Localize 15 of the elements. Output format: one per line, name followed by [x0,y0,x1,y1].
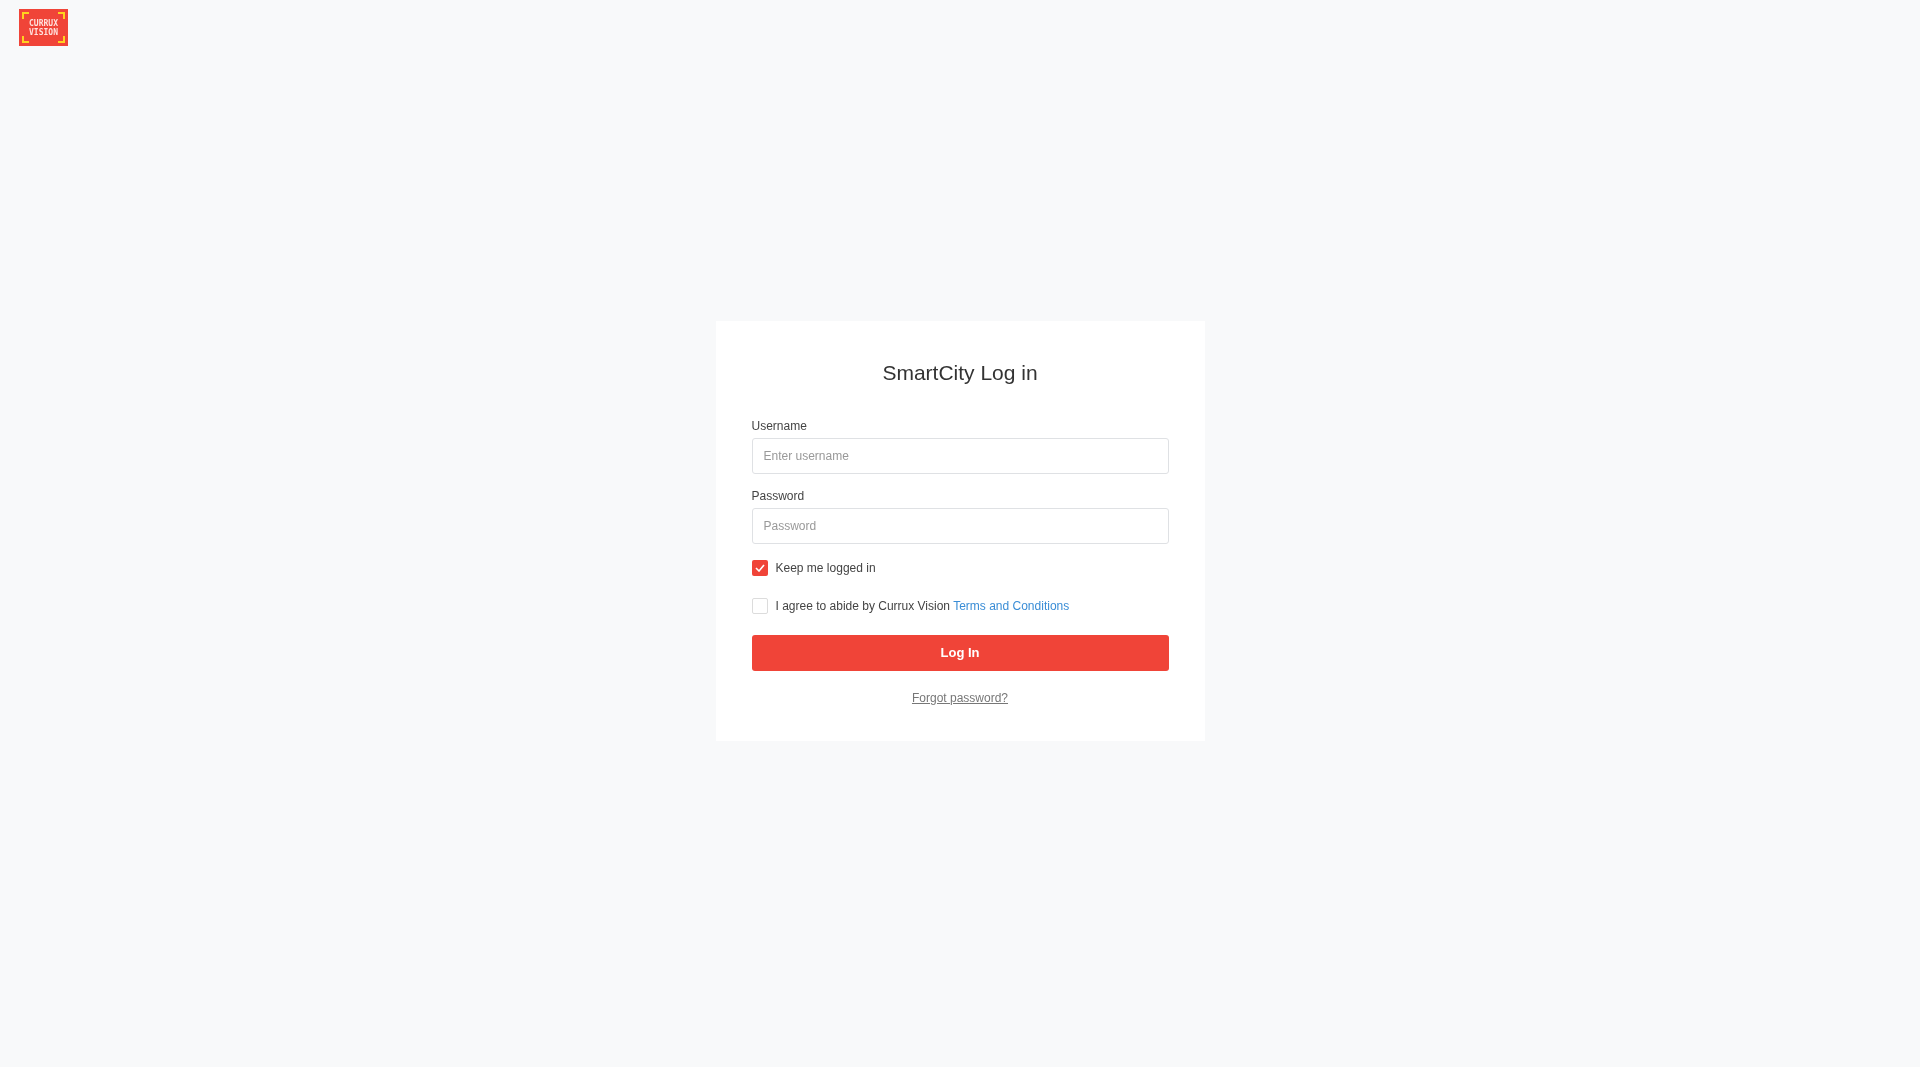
input-field[interactable]: Enter username [751,437,1169,474]
logo-text: VISION [29,27,58,37]
login-title: SmartCity Log in [881,360,1039,386]
terms-link[interactable]: Terms and Conditions [953,598,1070,613]
field-label: Password [751,487,806,505]
checkbox-label: I agree to abide by Currux Vision Terms and Conditions [775,597,1070,615]
logo-text: CURRUX [29,18,58,28]
input-field[interactable]: Password [751,507,1169,544]
checkbox[interactable] [751,559,768,576]
checkbox-label: Keep me logged in [775,559,876,577]
forgot-password-link[interactable]: Forgot password? [911,688,1008,707]
check-icon [754,563,765,572]
checkbox[interactable] [751,597,768,614]
login-button[interactable]: Log In [751,634,1169,671]
field-label: Username [751,417,808,435]
